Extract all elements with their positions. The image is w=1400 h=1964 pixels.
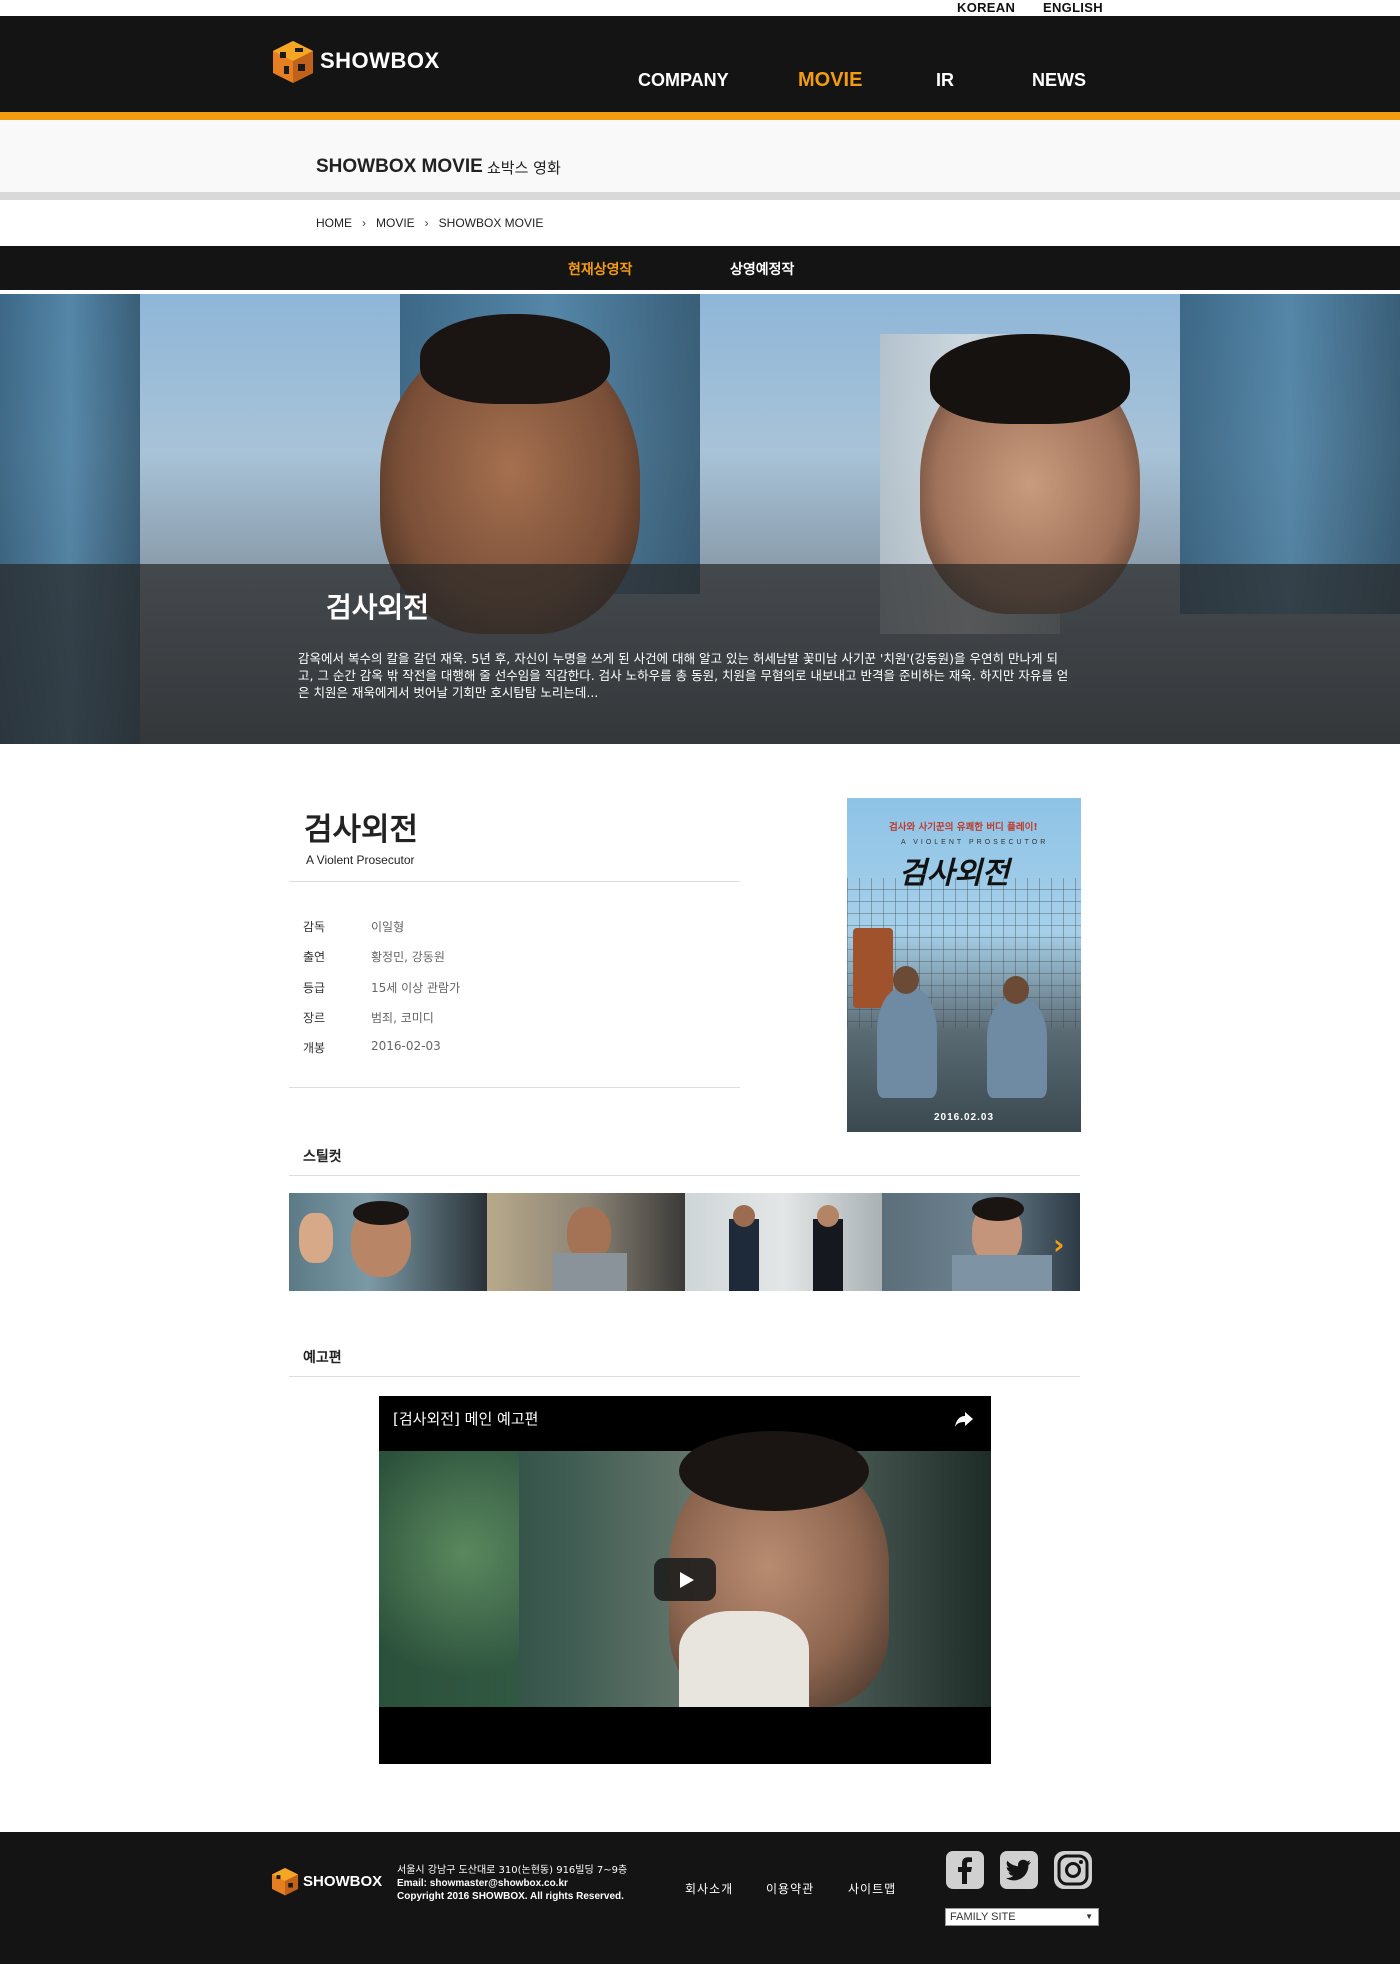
trailer-video-player[interactable]: [검사외전] 메인 예고편 — [379, 1396, 991, 1764]
lang-korean-link[interactable]: KOREAN — [957, 0, 1015, 15]
logo-cube-icon — [271, 1867, 299, 1896]
info-key: 장르 — [303, 1011, 326, 1025]
footer-logo-text: SHOWBOX — [303, 1872, 383, 1890]
hero-title: 검사외전 — [326, 591, 430, 624]
info-value: 이일형 — [371, 920, 405, 934]
info-value: 황정민, 강동원 — [371, 950, 445, 964]
chevron-right-icon: › — [362, 216, 366, 230]
social-links — [945, 1850, 1093, 1890]
info-row-cast: 출연 황정민, 강동원 — [303, 948, 723, 968]
tab-coming-soon[interactable]: 상영예정작 — [730, 259, 794, 279]
footer-link-sitemap[interactable]: 사이트맵 — [848, 1880, 896, 1897]
section-subtitle: 쇼박스 영화 — [487, 159, 561, 177]
poster-actor-right-head — [1003, 976, 1029, 1004]
divider — [289, 1087, 740, 1088]
section-divider — [0, 192, 1400, 200]
poster-subtitle: A VIOLENT PROSECUTOR — [901, 839, 1049, 846]
section-header — [0, 120, 1400, 192]
logo-text: SHOWBOX — [320, 48, 440, 73]
hero-actor-right-hair — [930, 334, 1130, 424]
nav-company[interactable]: COMPANY — [638, 70, 729, 91]
info-row-genre: 장르 범죄, 코미디 — [303, 1009, 723, 1029]
footer-email: Email: showmaster@showbox.co.kr — [397, 1878, 568, 1889]
info-key: 등급 — [303, 981, 326, 995]
stills-heading: 스틸컷 — [303, 1149, 342, 1165]
still-image[interactable] — [684, 1193, 883, 1291]
stills-carousel — [289, 1193, 1080, 1291]
poster-actor-right — [987, 998, 1047, 1098]
breadcrumb-movie[interactable]: MOVIE — [376, 216, 415, 230]
logo-cube-icon — [273, 41, 313, 83]
info-value: 범죄, 코미디 — [371, 1011, 434, 1025]
footer-link-company[interactable]: 회사소개 — [685, 1880, 733, 1897]
still-image[interactable] — [289, 1193, 487, 1291]
family-site-select[interactable]: FAMILY SITE ▼ — [945, 1908, 1099, 1926]
header-accent-stripe — [0, 112, 1400, 120]
poster-tagline: 검사와 사기꾼의 유쾌한 버디 플레이! — [889, 822, 1038, 833]
chevron-down-icon: ▼ — [1085, 1912, 1093, 1921]
info-row-director: 감독 이일형 — [303, 918, 723, 938]
footer: SHOWBOX 서울시 강남구 도산대로 310(논현동) 916빌딩 7~9층… — [0, 1832, 1400, 1964]
movie-title: 검사외전 — [304, 812, 419, 848]
video-actor-hair — [679, 1431, 869, 1511]
language-bar: KOREAN ENGLISH — [0, 0, 1400, 16]
nav-ir[interactable]: IR — [936, 70, 954, 91]
breadcrumb: HOME › MOVIE › SHOWBOX MOVIE — [316, 216, 543, 230]
movie-subtabs: 현재상영작 상영예정작 — [0, 246, 1400, 290]
section-title: SHOWBOX MOVIE — [316, 156, 483, 177]
instagram-icon[interactable] — [1053, 1850, 1093, 1890]
still-image[interactable] — [882, 1193, 1080, 1291]
header: SHOWBOX COMPANY MOVIE IR NEWS — [0, 16, 1400, 112]
info-key: 출연 — [303, 950, 326, 964]
hero-description: 감옥에서 복수의 칼을 갈던 재욱. 5년 후, 자신이 누명을 쓰게 된 사건… — [298, 651, 1069, 700]
footer-copyright: Copyright 2016 SHOWBOX. All rights Reser… — [397, 1891, 624, 1902]
info-row-release: 개봉 2016-02-03 — [303, 1039, 723, 1059]
info-value: 15세 이상 관람가 — [371, 981, 461, 995]
video-title[interactable]: [검사외전] 메인 예고편 — [393, 1408, 538, 1429]
twitter-icon[interactable] — [999, 1850, 1039, 1890]
nav-news[interactable]: NEWS — [1032, 70, 1086, 91]
poster-release-date: 2016.02.03 — [933, 1112, 995, 1123]
hero-actor-left-hair — [420, 314, 610, 404]
hero-banner: 검사외전 감옥에서 복수의 칼을 갈던 재욱. 5년 후, 자신이 누명을 쓰게… — [0, 294, 1400, 744]
breadcrumb-home[interactable]: HOME — [316, 216, 352, 230]
play-icon[interactable] — [654, 1558, 716, 1601]
trailer-heading: 예고편 — [303, 1350, 342, 1366]
movie-title-en: A Violent Prosecutor — [306, 853, 415, 867]
showbox-logo[interactable]: SHOWBOX — [270, 38, 440, 84]
poster-actor-left — [877, 988, 937, 1098]
chevron-right-icon[interactable]: › — [1053, 1228, 1065, 1261]
divider — [289, 1376, 1080, 1377]
footer-address-block: 서울시 강남구 도산대로 310(논현동) 916빌딩 7~9층 Email: … — [397, 1864, 637, 1903]
chevron-right-icon: › — [424, 216, 429, 230]
page: KOREAN ENGLISH SHOWBOX COMPANY MOVIE IR … — [0, 0, 1400, 1964]
family-site-label: FAMILY SITE — [950, 1911, 1016, 1923]
info-value: 2016-02-03 — [371, 1039, 441, 1053]
movie-poster[interactable]: 검사와 사기꾼의 유쾌한 버디 플레이! A VIOLENT PROSECUTO… — [847, 798, 1081, 1132]
share-icon[interactable] — [953, 1408, 975, 1430]
facebook-icon[interactable] — [945, 1850, 985, 1890]
info-row-rating: 등급 15세 이상 관람가 — [303, 979, 723, 999]
nav-movie[interactable]: MOVIE — [798, 69, 862, 92]
info-key: 감독 — [303, 920, 326, 934]
poster-actor-left-head — [893, 966, 919, 994]
footer-link-terms[interactable]: 이용약관 — [766, 1880, 814, 1897]
footer-address: 서울시 강남구 도산대로 310(논현동) 916빌딩 7~9층 — [397, 1865, 628, 1876]
tab-now-showing[interactable]: 현재상영작 — [568, 259, 632, 279]
footer-logo[interactable]: SHOWBOX — [270, 1866, 382, 1896]
info-key: 개봉 — [303, 1041, 326, 1055]
still-image[interactable] — [486, 1193, 685, 1291]
divider — [289, 1175, 1080, 1176]
breadcrumb-showbox-movie[interactable]: SHOWBOX MOVIE — [439, 216, 544, 230]
divider — [289, 881, 740, 882]
lang-english-link[interactable]: ENGLISH — [1043, 0, 1103, 15]
